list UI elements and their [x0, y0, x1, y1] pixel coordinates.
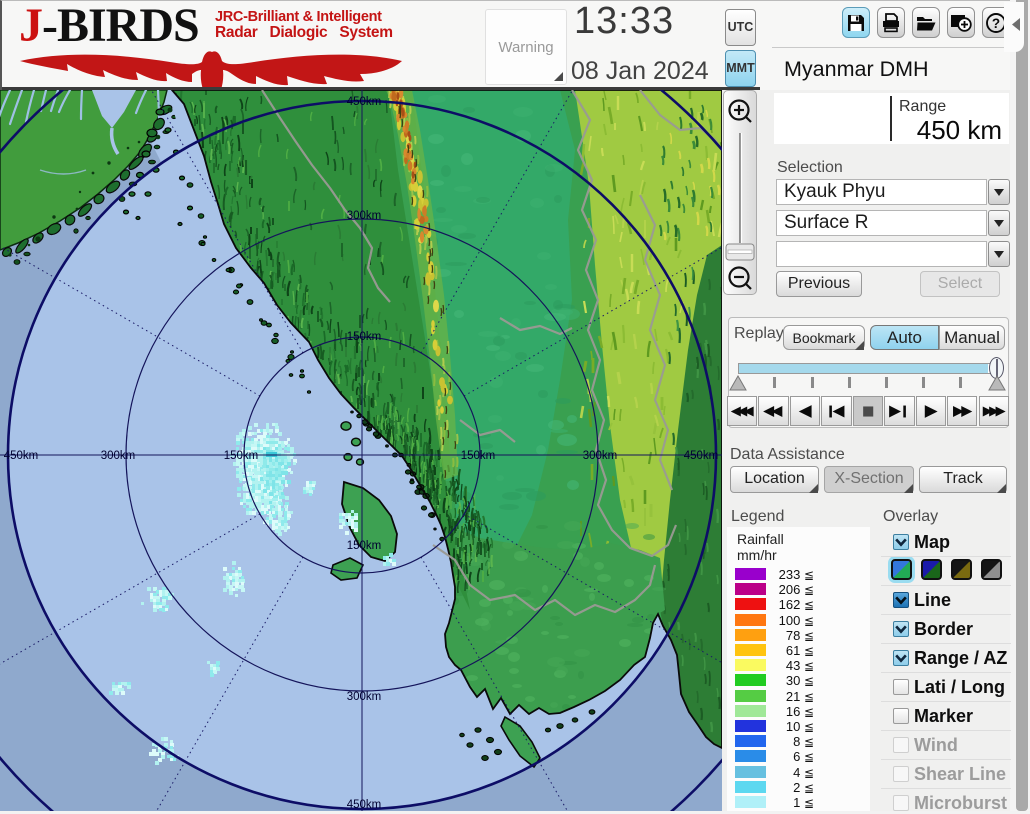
svg-text:450km: 450km	[4, 450, 39, 462]
svg-text:150km: 150km	[347, 331, 382, 343]
svg-text:450km: 450km	[347, 799, 382, 811]
svg-text:300km: 300km	[347, 691, 382, 703]
svg-text:450km: 450km	[684, 450, 719, 462]
svg-text:450km: 450km	[347, 96, 382, 108]
svg-text:?: ?	[992, 16, 1000, 31]
svg-text:150km: 150km	[224, 450, 259, 462]
svg-text:150km: 150km	[461, 450, 496, 462]
svg-text:300km: 300km	[101, 450, 136, 462]
svg-text:150km: 150km	[347, 540, 382, 552]
svg-text:300km: 300km	[347, 210, 382, 222]
svg-text:300km: 300km	[583, 450, 618, 462]
